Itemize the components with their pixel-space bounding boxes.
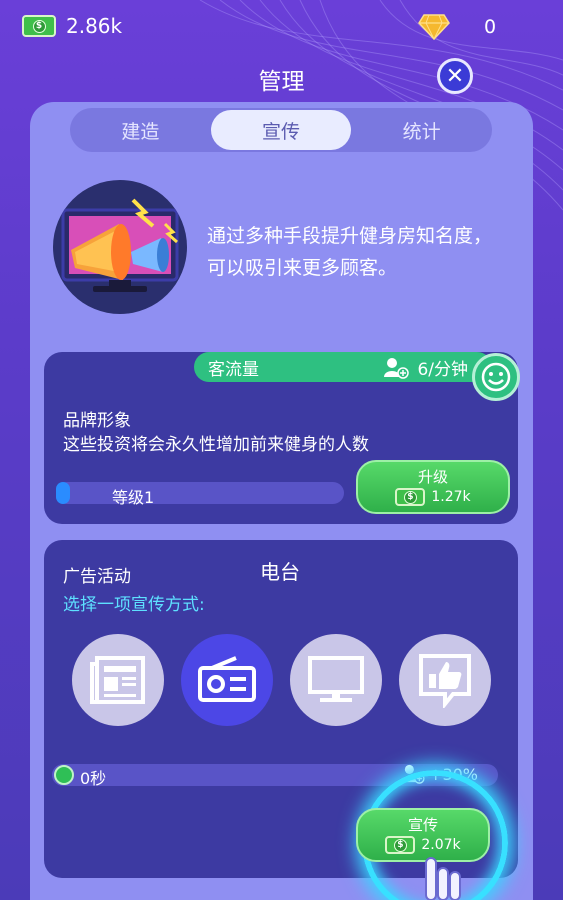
promote-label: 宣传: [407, 816, 438, 834]
cash-icon: $: [22, 15, 56, 37]
diamond-icon: [418, 14, 450, 40]
brand-title: 品牌形象: [63, 411, 131, 431]
close-icon: ✕: [445, 63, 465, 89]
close-button[interactable]: ✕: [437, 58, 473, 94]
pointer-hand-icon: [425, 857, 461, 900]
megaphone-icon: [53, 180, 187, 314]
tab-promote[interactable]: 宣传: [210, 110, 352, 150]
money-value: 2.86k: [66, 14, 123, 38]
tv-option[interactable]: [290, 634, 382, 726]
upgrade-label: 升级: [417, 468, 448, 486]
tab-build[interactable]: 建造: [70, 108, 211, 152]
upgrade-cost: 1.27k: [431, 489, 471, 505]
tab-bar: 建造 宣传 统计: [70, 108, 492, 152]
social-like-icon: [419, 654, 471, 708]
clock-icon: [54, 765, 74, 785]
customer-flow-badge: 客流量 6/分钟: [194, 352, 492, 382]
page-title: 管理: [258, 69, 305, 95]
gem-value: 0: [484, 16, 497, 38]
brand-level-fill: [56, 482, 70, 504]
social-option[interactable]: [399, 634, 491, 726]
tv-icon: [308, 656, 364, 702]
customer-flow-rate: 6/分钟: [417, 360, 468, 380]
brand-level-label: 等级1: [112, 488, 155, 507]
upgrade-button[interactable]: 升级 $ 1.27k: [356, 460, 510, 514]
customer-flow-label: 客流量: [208, 359, 259, 380]
money-display: $ 2.86k: [22, 14, 122, 38]
ad-choose-prompt: 选择一项宣传方式:: [63, 595, 205, 615]
campaign-timer: 0秒: [80, 769, 107, 788]
newspaper-icon: [90, 656, 145, 704]
intro-description: 通过多种手段提升健身房知名度，可以吸引来更多顾客。: [207, 225, 493, 279]
newspaper-option[interactable]: [72, 634, 164, 726]
add-user-icon: [384, 357, 410, 379]
radio-option[interactable]: [181, 634, 273, 726]
cash-icon: $: [385, 836, 416, 854]
smiley-icon: [472, 353, 520, 401]
promote-cost: 2.07k: [421, 837, 461, 853]
brand-description: 这些投资将会永久性增加前来健身的人数: [63, 435, 369, 455]
tab-stats[interactable]: 统计: [351, 108, 492, 152]
brand-level-bar: 等级1: [56, 482, 344, 507]
cash-icon: $: [395, 488, 426, 506]
radio-icon: [198, 656, 256, 702]
ad-selected-medium: 电台: [260, 560, 300, 584]
ad-campaign-title: 广告活动: [63, 567, 131, 587]
